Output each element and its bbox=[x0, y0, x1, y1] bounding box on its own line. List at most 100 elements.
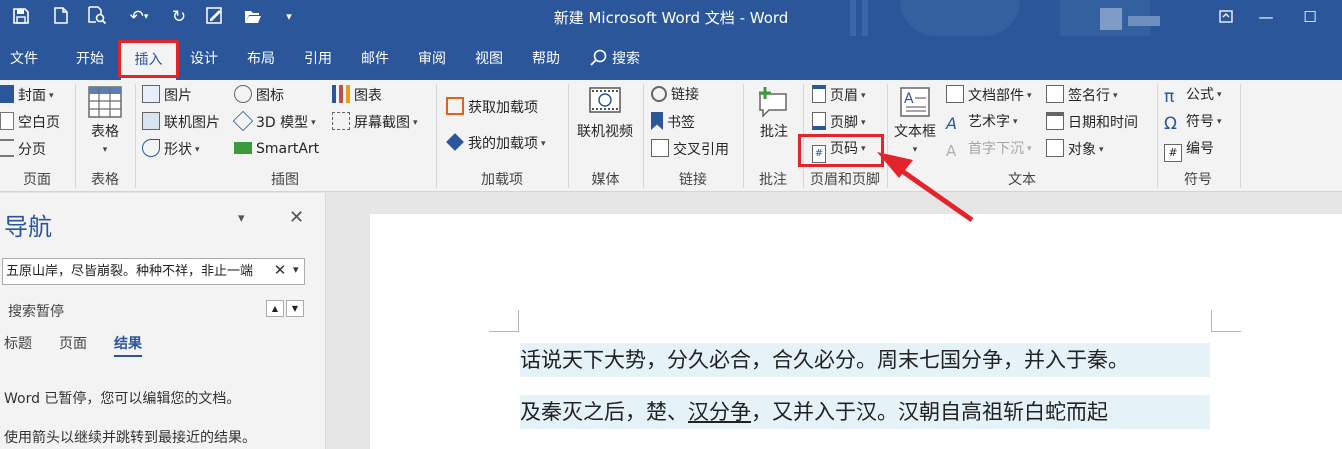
nav-tab-headings[interactable]: 标题 bbox=[4, 333, 32, 353]
get-addins-button[interactable]: 获取加载项 bbox=[446, 97, 538, 118]
tab-view[interactable]: 视图 bbox=[475, 46, 503, 72]
tab-help[interactable]: 帮助 bbox=[532, 46, 560, 72]
document-paragraph-line[interactable]: 及秦灭之后，楚、汉分争，又并入于汉。汉朝自高祖斩白蛇而起 bbox=[520, 395, 1210, 429]
account-avatar[interactable] bbox=[1100, 8, 1122, 30]
signature-icon bbox=[1046, 85, 1064, 103]
customize-qat-icon[interactable]: ▾ bbox=[276, 4, 302, 30]
screenshot-button[interactable]: 屏幕截图 ▾ bbox=[332, 112, 418, 133]
new-document-icon[interactable] bbox=[48, 4, 74, 30]
close-icon[interactable]: ✕ bbox=[289, 207, 304, 228]
bookmark-button[interactable]: 书签 bbox=[651, 112, 695, 133]
online-pictures-icon bbox=[142, 112, 160, 130]
navigation-pane: 导航 ▾ ✕ 五原山岸，尽皆崩裂。种种不祥，非止一端 ✕ ▾ 搜索暂停 ▲ ▼ … bbox=[0, 193, 326, 449]
symbol-button[interactable]: Ω 符号 ▾ bbox=[1164, 112, 1222, 133]
cover-page-icon bbox=[0, 85, 14, 103]
quick-parts-icon bbox=[946, 85, 964, 103]
omega-icon: Ω bbox=[1164, 114, 1177, 134]
open-folder-icon[interactable] bbox=[240, 4, 266, 30]
account-name[interactable] bbox=[1128, 16, 1160, 26]
group-label-header-footer: 页眉和页脚 bbox=[810, 172, 880, 188]
cover-page-button[interactable]: 封面 ▾ bbox=[0, 85, 54, 106]
quick-parts-button[interactable]: 文档部件 ▾ bbox=[946, 85, 1032, 106]
number-button[interactable]: # 编号 bbox=[1164, 139, 1214, 162]
background-decoration bbox=[862, 0, 868, 36]
pictures-button[interactable]: 图片 bbox=[142, 85, 192, 106]
calendar-icon bbox=[1046, 112, 1064, 130]
link-button[interactable]: 链接 bbox=[651, 85, 699, 105]
nav-pane-title: 导航 bbox=[4, 213, 52, 241]
edit-icon[interactable] bbox=[202, 4, 228, 30]
group-label-illustrations: 插图 bbox=[271, 172, 299, 188]
wordart-button[interactable]: A 艺术字 ▾ bbox=[946, 112, 1018, 133]
tell-me-search[interactable]: 搜索 bbox=[590, 46, 640, 72]
new-comment-button[interactable]: 批注 bbox=[752, 86, 796, 141]
background-decoration bbox=[850, 0, 856, 36]
cross-reference-button[interactable]: 交叉引用 bbox=[651, 139, 729, 160]
drop-cap-button: A 首字下沉 ▾ bbox=[946, 141, 1032, 160]
page-break-icon bbox=[0, 139, 14, 157]
search-options-icon[interactable]: ▾ bbox=[293, 263, 303, 276]
clear-search-icon[interactable]: ✕ bbox=[272, 261, 288, 279]
previous-result-button[interactable]: ▲ bbox=[266, 300, 284, 317]
smartart-button[interactable]: SmartArt bbox=[234, 139, 319, 159]
chart-icon bbox=[332, 85, 350, 103]
search-match: 汉分争 bbox=[688, 400, 751, 424]
search-status: 搜索暂停 bbox=[8, 304, 64, 320]
redo-icon[interactable]: ↻ bbox=[166, 4, 192, 30]
cross-reference-icon bbox=[651, 139, 669, 157]
equation-button[interactable]: π 公式 ▾ bbox=[1164, 85, 1222, 106]
nav-message: Word 已暂停，您可以编辑您的文档。 bbox=[4, 391, 241, 407]
tab-references[interactable]: 引用 bbox=[304, 46, 332, 72]
object-icon bbox=[1046, 139, 1064, 157]
my-addins-button[interactable]: 我的加载项 ▾ bbox=[446, 133, 546, 154]
save-icon[interactable] bbox=[8, 4, 34, 30]
maximize-icon[interactable]: ☐ bbox=[1290, 0, 1330, 36]
svg-text:A: A bbox=[904, 91, 914, 107]
online-pictures-button[interactable]: 联机图片 bbox=[142, 112, 220, 133]
nav-tab-results[interactable]: 结果 bbox=[114, 333, 142, 357]
header-button[interactable]: 页眉 ▾ bbox=[812, 85, 866, 106]
shapes-button[interactable]: 形状 ▾ bbox=[142, 139, 200, 160]
tab-layout[interactable]: 布局 bbox=[247, 46, 275, 72]
footer-button[interactable]: 页脚 ▾ bbox=[812, 112, 866, 133]
wordart-icon: A bbox=[946, 114, 957, 133]
nav-options-icon[interactable]: ▾ bbox=[238, 211, 245, 226]
table-button[interactable]: 表格 ▾ bbox=[80, 86, 130, 159]
blank-page-button[interactable]: 空白页 bbox=[0, 112, 60, 133]
tab-file[interactable]: 文件 bbox=[10, 46, 38, 72]
minimize-icon[interactable]: — bbox=[1246, 0, 1286, 36]
next-result-button[interactable]: ▼ bbox=[286, 300, 304, 317]
online-video-icon bbox=[589, 87, 621, 113]
tab-design[interactable]: 设计 bbox=[190, 46, 218, 72]
ribbon-tabs: 文件 开始 插入 设计 布局 引用 邮件 审阅 视图 帮助 搜索 bbox=[0, 36, 1342, 80]
group-label-tables: 表格 bbox=[91, 172, 119, 188]
3d-models-button[interactable]: 3D 模型 ▾ bbox=[232, 110, 316, 133]
nav-tab-pages[interactable]: 页面 bbox=[59, 333, 87, 353]
store-icon bbox=[446, 97, 464, 115]
print-preview-icon[interactable] bbox=[84, 4, 110, 30]
icons-icon bbox=[234, 85, 252, 103]
date-time-button[interactable]: 日期和时间 bbox=[1046, 112, 1138, 133]
signature-line-button[interactable]: 签名行 ▾ bbox=[1046, 85, 1118, 106]
title-bar: ↶▾ ↻ ▾ 新建 Microsoft Word 文档 - Word — ☐ bbox=[0, 0, 1342, 36]
textbox-button[interactable]: A 文本框 ▾ bbox=[890, 86, 940, 159]
drop-cap-icon: A bbox=[946, 142, 957, 160]
online-video-button[interactable]: 联机视频 bbox=[572, 86, 638, 141]
background-decoration bbox=[900, 0, 1020, 36]
header-icon bbox=[812, 85, 826, 103]
nav-search-input[interactable]: 五原山岸，尽皆崩裂。种种不祥，非止一端 bbox=[2, 258, 305, 285]
ribbon-display-options-icon[interactable] bbox=[1206, 0, 1246, 36]
chart-button[interactable]: 图表 bbox=[332, 85, 382, 106]
undo-icon[interactable]: ↶▾ bbox=[122, 4, 156, 30]
link-icon bbox=[651, 86, 667, 102]
icons-button[interactable]: 图标 bbox=[234, 85, 284, 106]
tab-home[interactable]: 开始 bbox=[76, 46, 104, 72]
smartart-icon bbox=[234, 142, 252, 154]
tab-review[interactable]: 审阅 bbox=[418, 46, 446, 72]
object-button[interactable]: 对象 ▾ bbox=[1046, 139, 1104, 160]
page-break-button[interactable]: 分页 bbox=[0, 139, 46, 160]
group-label-addins: 加载项 bbox=[481, 172, 523, 188]
document-paragraph-line[interactable]: 话说天下大势，分久必合，合久必分。周末七国分争，并入于秦。 bbox=[520, 343, 1210, 377]
tab-mailings[interactable]: 邮件 bbox=[361, 46, 389, 72]
cube-icon bbox=[232, 110, 254, 132]
